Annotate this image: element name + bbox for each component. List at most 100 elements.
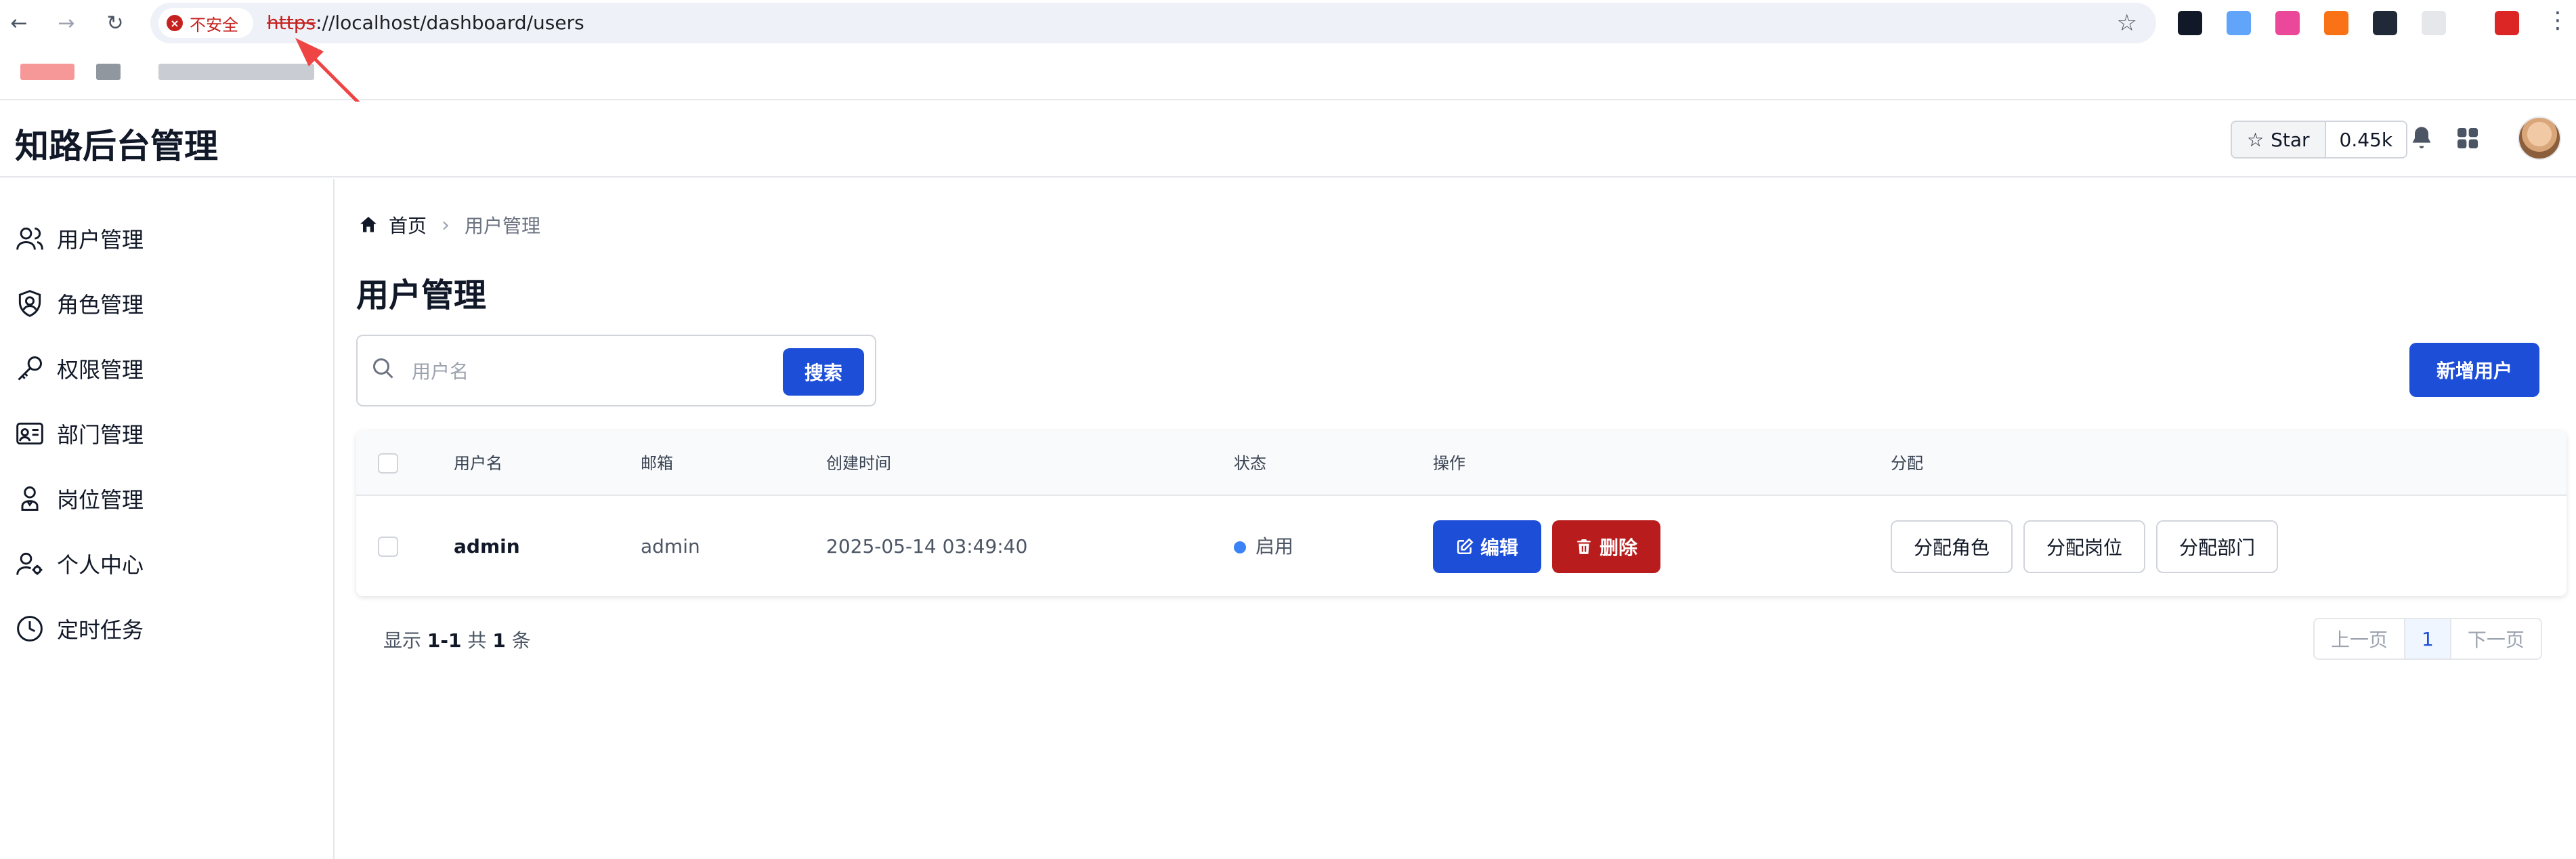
summary-total-prefix: 共 — [467, 629, 487, 652]
prev-page-button[interactable]: 上一页 — [2315, 619, 2405, 658]
column-header-username: 用户名 — [454, 454, 502, 473]
breadcrumb-home-label: 首页 — [389, 215, 427, 237]
key-icon — [18, 356, 42, 381]
assign-role-button[interactable]: 分配角色 — [1891, 520, 2013, 573]
browser-chrome: ← → ↻ × 不安全 https://localhost/dashboard/… — [0, 0, 2576, 100]
bookmark-star-icon[interactable]: ☆ — [2117, 9, 2137, 37]
sidebar-item-label: 岗位管理 — [57, 487, 144, 513]
sidebar-item-profile[interactable]: 个人中心 — [15, 545, 144, 583]
sidebar-item-label: 用户管理 — [57, 227, 144, 253]
column-header-status: 状态 — [1234, 454, 1266, 473]
breadcrumb-home[interactable]: 首页 — [358, 211, 427, 238]
edit-label: 编辑 — [1480, 537, 1518, 559]
extension-icon[interactable] — [2227, 11, 2251, 35]
status-dot — [1234, 541, 1246, 553]
badge-icon — [21, 486, 39, 511]
search-input[interactable] — [412, 351, 723, 392]
extension-icon[interactable] — [2324, 11, 2348, 35]
search-icon — [371, 356, 395, 387]
bookmarks-bar — [0, 54, 2576, 88]
star-count[interactable]: 0.45k — [2325, 122, 2407, 157]
star-button[interactable]: ☆ Star — [2232, 122, 2326, 157]
sidebar-item-posts[interactable]: 岗位管理 — [15, 480, 144, 518]
reload-icon[interactable]: ↻ — [99, 7, 131, 39]
shield-user-icon — [18, 290, 41, 317]
cell-username: admin — [454, 535, 520, 558]
browser-toolbar: ← → ↻ × 不安全 https://localhost/dashboard/… — [0, 0, 2576, 46]
assign-department-button[interactable]: 分配部门 — [2156, 520, 2278, 573]
cell-email: admin — [641, 535, 700, 558]
assign-post-button[interactable]: 分配岗位 — [2023, 520, 2145, 573]
cell-status: 启用 — [1234, 497, 1293, 596]
url-text[interactable]: https://localhost/dashboard/users — [267, 3, 584, 43]
sidebar-item-permissions[interactable]: 权限管理 — [15, 350, 144, 387]
extension-icon[interactable] — [2373, 11, 2397, 35]
table-row: admin admin 2025-05-14 03:49:40 启用 编辑 删除… — [356, 497, 2567, 596]
column-header-actions: 操作 — [1433, 454, 1465, 473]
browser-menu-icon[interactable]: ⋮ — [2546, 7, 2569, 34]
star-label: Star — [2271, 128, 2310, 151]
users-icon — [16, 227, 43, 250]
sidebar-item-departments[interactable]: 部门管理 — [15, 415, 144, 453]
home-icon — [360, 217, 377, 232]
pagination: 上一页 1 下一页 — [2313, 618, 2542, 660]
avatar[interactable] — [2518, 117, 2561, 160]
trash-icon — [1577, 539, 1591, 554]
security-chip[interactable]: × 不安全 — [158, 8, 253, 38]
sidebar: 用户管理 角色管理 权限管理 部门管理 岗位管理 个人中心 定时任务 — [0, 179, 335, 859]
sidebar-item-roles[interactable]: 角色管理 — [15, 285, 144, 322]
add-user-button[interactable]: 新增用户 — [2409, 343, 2539, 397]
delete-button[interactable]: 删除 — [1552, 520, 1660, 573]
apps-grid-icon[interactable] — [2454, 125, 2481, 159]
back-icon[interactable]: ← — [3, 7, 35, 39]
page-title: 用户管理 — [356, 276, 487, 314]
bookmark-item[interactable] — [20, 64, 74, 80]
url-path: ://localhost/dashboard/users — [316, 12, 584, 34]
breadcrumb: 首页 › 用户管理 — [358, 211, 540, 238]
delete-label: 删除 — [1599, 537, 1637, 559]
forward-icon[interactable]: → — [50, 7, 83, 39]
github-star-widget[interactable]: ☆ Star 0.45k — [2231, 121, 2408, 159]
edit-button[interactable]: 编辑 — [1433, 520, 1541, 573]
summary-total: 1 — [492, 629, 506, 652]
extension-icon[interactable] — [2275, 11, 2300, 35]
next-page-button[interactable]: 下一页 — [2451, 619, 2541, 658]
sidebar-item-label: 角色管理 — [57, 292, 144, 318]
sidebar-item-users[interactable]: 用户管理 — [15, 219, 144, 257]
result-summary: 显示 1-1 共 1 条 — [383, 626, 531, 653]
url-scheme: https — [267, 12, 316, 34]
bookmark-item[interactable] — [158, 64, 314, 80]
brand-title: 知路后台管理 — [15, 127, 218, 166]
sidebar-item-label: 权限管理 — [57, 357, 144, 383]
sidebar-item-label: 部门管理 — [57, 422, 144, 448]
bookmark-item[interactable] — [96, 64, 121, 80]
summary-prefix: 显示 — [383, 629, 422, 652]
department-icon — [16, 422, 43, 445]
clock-icon — [17, 616, 43, 642]
security-label: 不安全 — [190, 15, 238, 35]
sidebar-item-label: 定时任务 — [57, 617, 144, 643]
select-all-checkbox[interactable] — [378, 453, 398, 474]
user-cog-icon — [16, 552, 43, 575]
extension-icon[interactable] — [2495, 11, 2519, 35]
search-button[interactable]: 搜索 — [783, 348, 864, 396]
chevron-right-icon: › — [442, 213, 450, 237]
status-label: 启用 — [1255, 535, 1294, 558]
address-bar[interactable]: × 不安全 https://localhost/dashboard/users … — [150, 3, 2156, 43]
search-box: 搜索 — [356, 335, 876, 406]
table-header: 用户名 邮箱 创建时间 状态 操作 分配 — [356, 431, 2567, 496]
extension-icon[interactable] — [2422, 11, 2446, 35]
row-checkbox[interactable] — [378, 537, 398, 557]
warning-icon: × — [167, 15, 183, 31]
sidebar-item-schedules[interactable]: 定时任务 — [15, 610, 144, 648]
column-header-assign: 分配 — [1891, 454, 1923, 473]
star-icon: ☆ — [2247, 128, 2264, 151]
page-number-button[interactable]: 1 — [2404, 619, 2451, 658]
users-table: 用户名 邮箱 创建时间 状态 操作 分配 admin admin 2025-05… — [356, 431, 2567, 596]
extension-icon[interactable] — [2178, 11, 2202, 35]
cell-created: 2025-05-14 03:49:40 — [826, 535, 1028, 558]
column-header-created: 创建时间 — [826, 454, 891, 473]
column-header-email: 邮箱 — [641, 454, 673, 473]
bell-icon[interactable] — [2408, 125, 2435, 159]
app-header: 知路后台管理 ☆ Star 0.45k — [0, 102, 2576, 177]
